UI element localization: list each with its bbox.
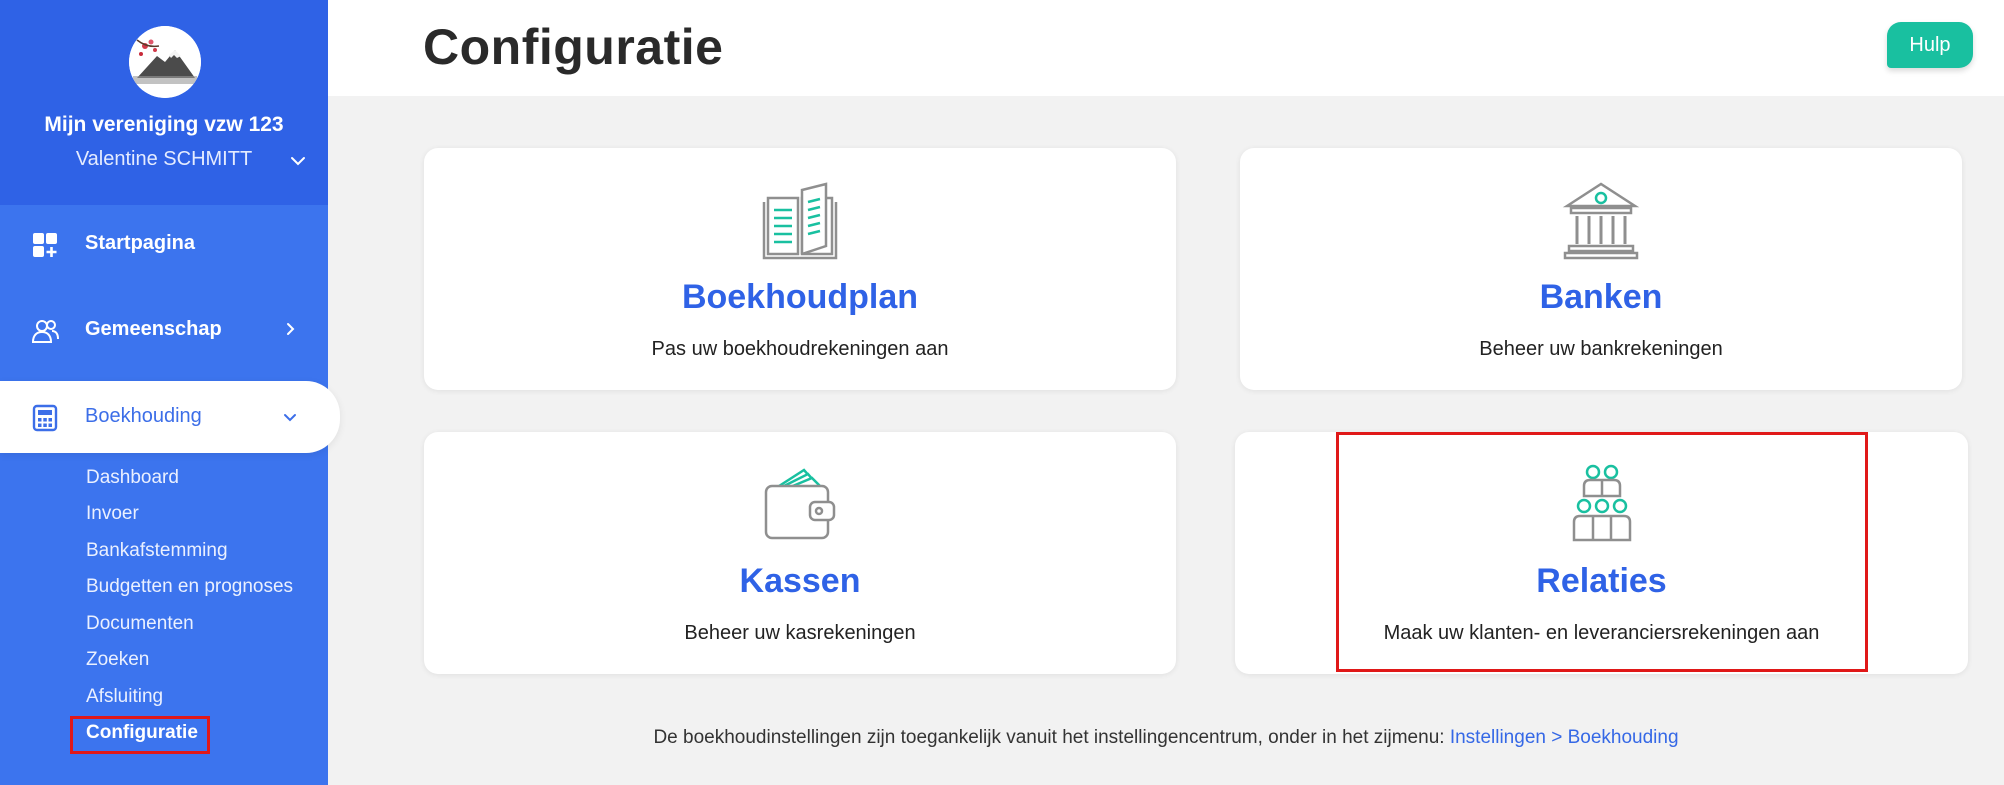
footer-text: De boekhoudinstellingen zijn toegankelij… bbox=[653, 727, 1450, 748]
subnav-afsluiting[interactable]: Afsluiting bbox=[86, 686, 163, 708]
subnav-invoer[interactable]: Invoer bbox=[86, 503, 139, 525]
calculator-icon bbox=[32, 404, 58, 432]
subnav-documenten[interactable]: Documenten bbox=[86, 613, 194, 635]
subnav-zoeken[interactable]: Zoeken bbox=[86, 649, 149, 671]
card-title-boekhoudplan: Boekhoudplan bbox=[681, 278, 919, 316]
wallet-icon bbox=[764, 468, 836, 540]
card-banken[interactable]: Banken Beheer uw bankrekeningen bbox=[1240, 148, 1962, 390]
dashboard-grid-icon bbox=[33, 233, 57, 257]
footer-note: De boekhoudinstellingen zijn toegankelij… bbox=[328, 727, 2004, 749]
sidebar: Mijn vereniging vzw 123 Valentine SCHMIT… bbox=[0, 0, 340, 785]
settings-link[interactable]: Instellingen > Boekhouding bbox=[1450, 727, 1679, 748]
nav-label-boekhouding: Boekhouding bbox=[85, 405, 202, 427]
nav-label-gemeenschap: Gemeenschap bbox=[85, 318, 222, 340]
subnav-budgetten-en-prognoses[interactable]: Budgetten en prognoses bbox=[86, 576, 293, 598]
page-title: Configuratie bbox=[423, 19, 724, 75]
card-kassen[interactable]: Kassen Beheer uw kasrekeningen bbox=[424, 432, 1176, 674]
help-button[interactable]: Hulp bbox=[1887, 22, 1973, 68]
chevron-down-icon bbox=[284, 414, 296, 422]
bank-building-icon bbox=[1562, 182, 1640, 260]
card-desc-banken: Beheer uw bankrekeningen bbox=[1479, 338, 1723, 360]
chevron-right-icon bbox=[287, 323, 295, 335]
page-header: Configuratie Hulp bbox=[328, 0, 2004, 96]
organization-name: Mijn vereniging vzw 123 bbox=[44, 113, 284, 136]
ledger-book-icon bbox=[762, 182, 838, 260]
nav-item-gemeenschap[interactable]: Gemeenschap bbox=[0, 297, 328, 363]
card-desc-kassen: Beheer uw kasrekeningen bbox=[684, 622, 916, 644]
highlight-configuratie bbox=[70, 716, 210, 754]
nav-label-startpagina: Startpagina bbox=[85, 232, 196, 254]
users-icon bbox=[31, 320, 59, 343]
organization-avatar[interactable] bbox=[129, 26, 201, 98]
card-boekhoudplan[interactable]: Boekhoudplan Pas uw boekhoudrekeningen a… bbox=[424, 148, 1176, 390]
user-name: Valentine SCHMITT bbox=[75, 148, 253, 170]
nav-item-startpagina[interactable]: Startpagina bbox=[0, 211, 328, 277]
card-desc-boekhoudplan: Pas uw boekhoudrekeningen aan bbox=[651, 338, 949, 360]
sidebar-header: Mijn vereniging vzw 123 Valentine SCHMIT… bbox=[0, 0, 328, 205]
user-menu[interactable]: Valentine SCHMITT bbox=[0, 148, 328, 176]
card-title-banken: Banken bbox=[1539, 278, 1663, 316]
card-title-kassen: Kassen bbox=[739, 562, 861, 600]
subnav-dashboard[interactable]: Dashboard bbox=[86, 467, 179, 489]
subnav-bankafstemming[interactable]: Bankafstemming bbox=[86, 540, 228, 562]
nav-item-boekhouding[interactable]: Boekhouding bbox=[0, 381, 340, 453]
highlight-relaties bbox=[1336, 432, 1868, 672]
chevron-down-icon[interactable] bbox=[287, 150, 309, 172]
